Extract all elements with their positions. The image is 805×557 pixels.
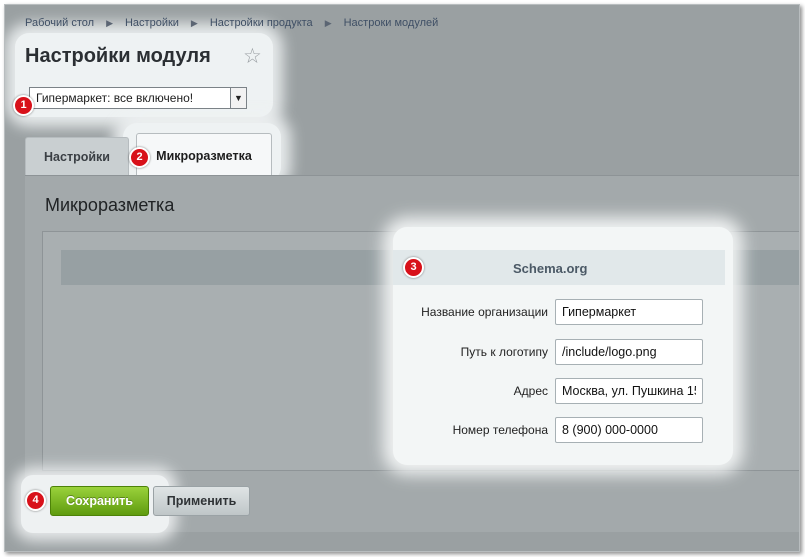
breadcrumb-item-settings[interactable]: Настройки xyxy=(125,17,179,29)
chevron-down-icon[interactable]: ▼ xyxy=(230,88,246,108)
logo-path-input[interactable] xyxy=(555,339,703,365)
star-icon[interactable]: ☆ xyxy=(243,46,262,68)
breadcrumb-item-module-settings[interactable]: Настроки модулей xyxy=(344,17,439,29)
apply-button[interactable]: Применить xyxy=(153,486,250,516)
breadcrumb-separator-icon: ▶ xyxy=(106,18,113,28)
breadcrumb-separator-icon: ▶ xyxy=(324,18,332,28)
logo-path-label: Путь к логотипу xyxy=(460,345,548,359)
callout-badge-3: 3 xyxy=(403,257,424,278)
tab-settings[interactable]: Настройки xyxy=(25,137,129,175)
breadcrumb-item-desktop[interactable]: Рабочий стол xyxy=(25,17,94,29)
address-input[interactable] xyxy=(555,378,703,404)
breadcrumb-item-product-settings[interactable]: Настройки продукта xyxy=(210,17,313,29)
org-name-input[interactable] xyxy=(555,299,703,325)
callout-badge-4: 4 xyxy=(25,490,46,511)
phone-input[interactable] xyxy=(555,417,703,443)
org-name-label: Название организации xyxy=(421,305,548,319)
callout-badge-1: 1 xyxy=(13,95,34,116)
callout-badge-2: 2 xyxy=(129,147,150,168)
site-select-value: Гипермаркет: все включено! xyxy=(36,91,194,105)
group-title: Schema.org xyxy=(513,261,588,276)
save-button[interactable]: Сохранить xyxy=(50,486,149,516)
section-title: Микроразметка xyxy=(45,195,175,215)
address-label: Адрес xyxy=(513,384,548,398)
site-select[interactable]: Гипермаркет: все включено! ▼ xyxy=(29,87,247,109)
page-title: Настройки модуля xyxy=(25,45,211,67)
breadcrumb: Рабочий стол ▶ Настройки ▶ Настройки продукт… xyxy=(25,17,438,29)
admin-window: Рабочий стол ▶ Настройки ▶ Настройки продукт… xyxy=(4,4,800,552)
breadcrumb-separator-icon: ▶ xyxy=(190,18,198,28)
phone-label: Номер телефона xyxy=(452,423,548,437)
tab-microdata[interactable]: Микроразметка xyxy=(136,133,272,175)
